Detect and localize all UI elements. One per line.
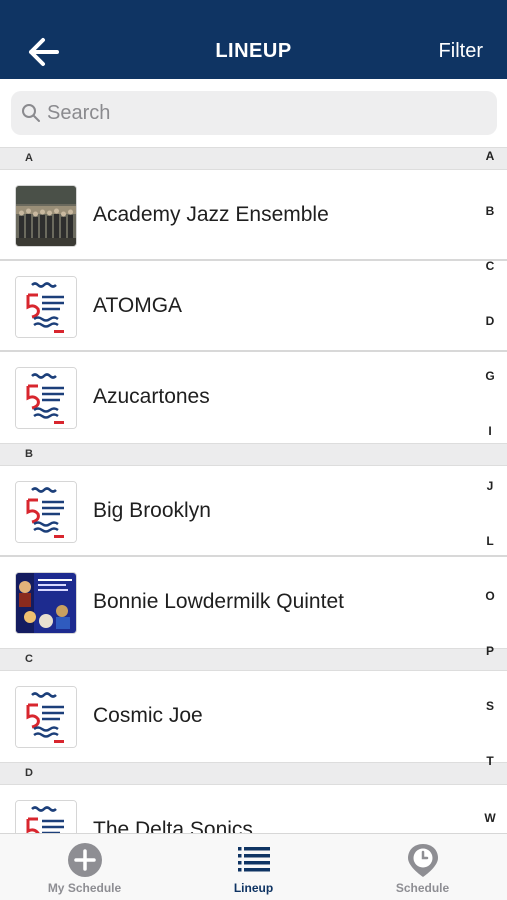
- artist-row[interactable]: ATOMGA: [0, 261, 507, 352]
- five-points-jazz-logo: [15, 481, 77, 543]
- index-letter-c[interactable]: C: [473, 259, 507, 273]
- five-points-jazz-logo: [15, 800, 77, 833]
- artist-row[interactable]: Azucartones: [0, 352, 507, 443]
- artist-name: Azucartones: [93, 385, 210, 408]
- arrow-left-icon: [29, 38, 59, 66]
- artist-name: Academy Jazz Ensemble: [93, 203, 329, 226]
- artist-name: The Delta Sonics: [93, 818, 253, 833]
- five-points-jazz-logo: [15, 276, 77, 338]
- map-pin-clock-icon: [408, 844, 438, 877]
- artist-row[interactable]: The Delta Sonics: [0, 785, 507, 833]
- search-box[interactable]: [11, 91, 497, 135]
- five-points-jazz-logo: [15, 686, 77, 748]
- filter-button[interactable]: Filter: [439, 40, 483, 63]
- artist-name: Cosmic Joe: [93, 704, 203, 727]
- index-letter-i[interactable]: I: [473, 424, 507, 438]
- tab-lineup[interactable]: Lineup: [169, 834, 338, 900]
- section-header-c: C: [0, 648, 507, 671]
- artist-row[interactable]: Big Brooklyn: [0, 466, 507, 557]
- index-letter-j[interactable]: J: [473, 479, 507, 493]
- index-letter-b[interactable]: B: [473, 204, 507, 218]
- index-letter-l[interactable]: L: [473, 534, 507, 548]
- tab-label: My Schedule: [47, 881, 122, 895]
- artist-name: Big Brooklyn: [93, 499, 211, 522]
- tab-my-schedule[interactable]: My Schedule: [0, 834, 169, 900]
- artist-row[interactable]: Bonnie Lowdermilk Quintet: [0, 557, 507, 648]
- index-letter-o[interactable]: O: [473, 589, 507, 603]
- section-header-b: B: [0, 443, 507, 466]
- back-button[interactable]: [26, 36, 60, 68]
- search-icon: [22, 104, 40, 122]
- tab-label: Schedule: [395, 881, 450, 895]
- index-letter-p[interactable]: P: [473, 644, 507, 658]
- artist-row[interactable]: Academy Jazz Ensemble: [0, 170, 507, 261]
- app-header: LINEUP Filter: [0, 0, 507, 79]
- artist-name: Bonnie Lowdermilk Quintet: [93, 590, 344, 613]
- index-letter-s[interactable]: S: [473, 699, 507, 713]
- artist-name: ATOMGA: [93, 294, 183, 317]
- index-letter-g[interactable]: G: [473, 369, 507, 383]
- index-letter-d[interactable]: D: [473, 314, 507, 328]
- section-header-d: D: [0, 762, 507, 785]
- lineup-list[interactable]: A Academy Jazz Ensemble ATOMGA Azucarton…: [0, 147, 507, 833]
- search-input[interactable]: [47, 91, 477, 135]
- plus-circle-icon: [68, 843, 102, 877]
- search-bar: [0, 79, 507, 147]
- index-letter-a[interactable]: A: [473, 149, 507, 163]
- tab-schedule[interactable]: Schedule: [338, 834, 507, 900]
- tab-label: Lineup: [233, 881, 274, 895]
- band-photo-thumbnail: [15, 185, 77, 247]
- index-letter-w[interactable]: W: [473, 811, 507, 825]
- artist-row[interactable]: Cosmic Joe: [0, 671, 507, 762]
- index-letter-t[interactable]: T: [473, 754, 507, 768]
- five-points-jazz-logo: [15, 367, 77, 429]
- alphabet-index[interactable]: A B C D G I J L O P S T W: [473, 147, 507, 833]
- list-icon: [238, 847, 270, 872]
- section-header-a: A: [0, 147, 507, 170]
- page-title: LINEUP: [215, 40, 292, 62]
- bottom-tab-bar: My Schedule Lineup Schedule: [0, 833, 507, 900]
- quintet-poster-thumbnail: [15, 572, 77, 634]
